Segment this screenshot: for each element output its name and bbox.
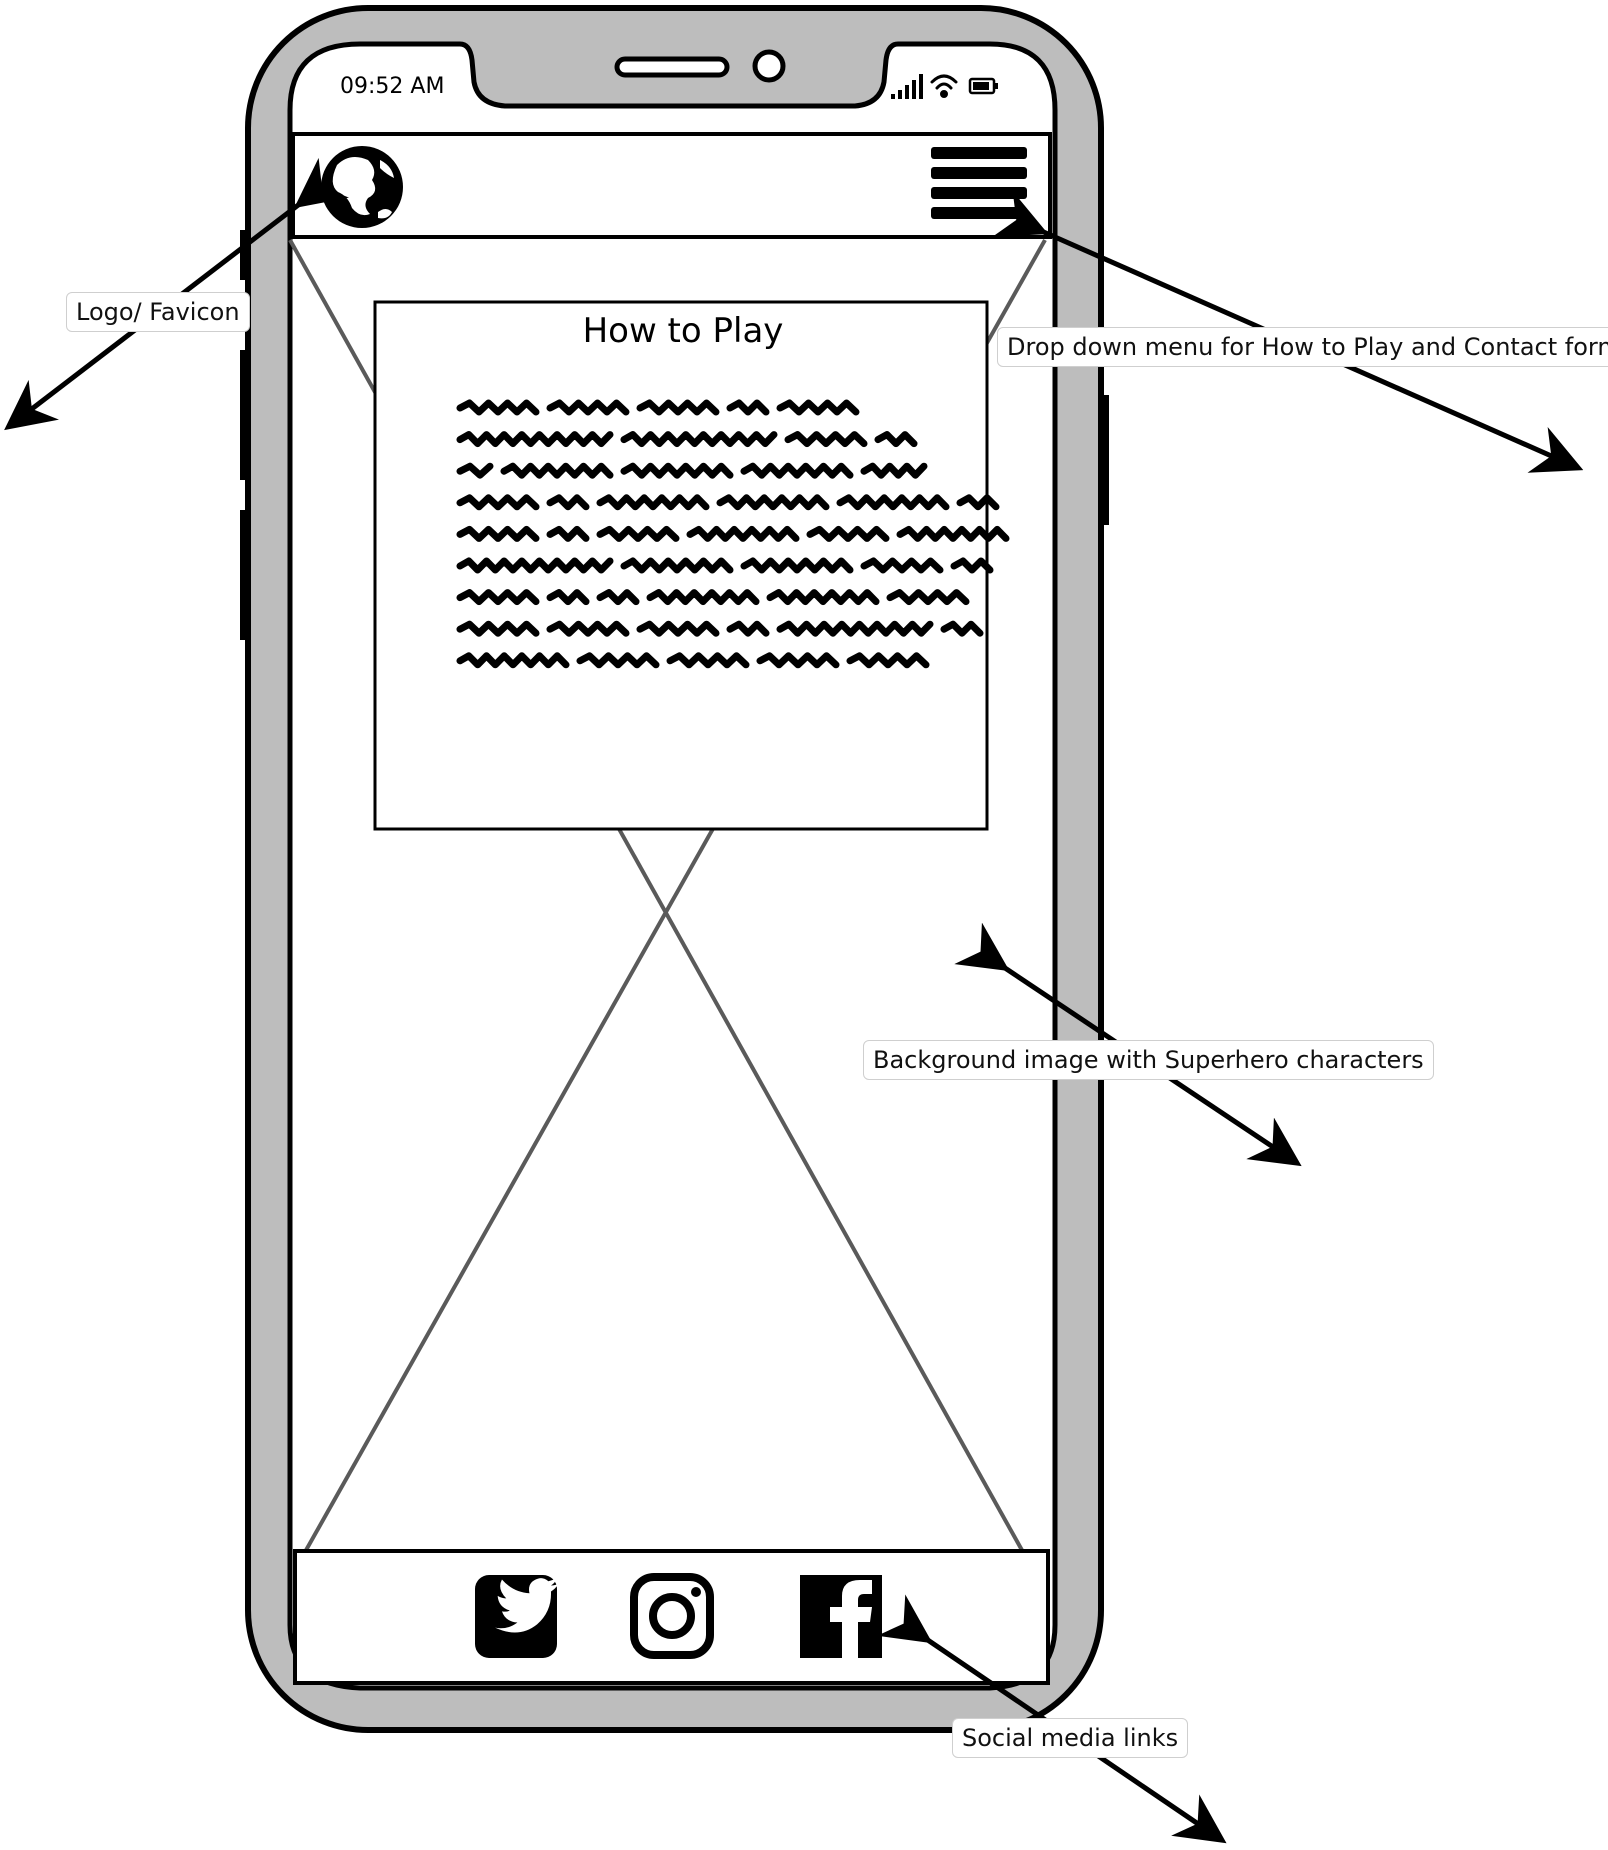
annotation-background: Background image with Superhero characte…: [863, 1040, 1434, 1080]
front-camera: [752, 49, 786, 83]
annotation-menu: Drop down menu for How to Play and Conta…: [997, 327, 1608, 367]
annotation-logo: Logo/ Favicon: [66, 292, 250, 332]
modal-title: How to Play: [583, 311, 784, 351]
placeholder-word: [456, 431, 614, 448]
status-time: 09:52 AM: [340, 74, 445, 99]
annotation-social: Social media links: [952, 1718, 1189, 1758]
facebook-icon[interactable]: [800, 1575, 882, 1658]
speaker-grille: [614, 56, 730, 78]
twitter-icon[interactable]: [475, 1575, 559, 1658]
placeholder-word: [456, 557, 614, 574]
placeholder-word: [776, 620, 934, 637]
footer-bar: [293, 1549, 1050, 1685]
placeholder-word: [620, 431, 778, 448]
wireframe-canvas: How to Play: [4, 5, 1584, 1844]
globe-icon[interactable]: [321, 146, 403, 228]
phone-screen: [287, 41, 1058, 1691]
